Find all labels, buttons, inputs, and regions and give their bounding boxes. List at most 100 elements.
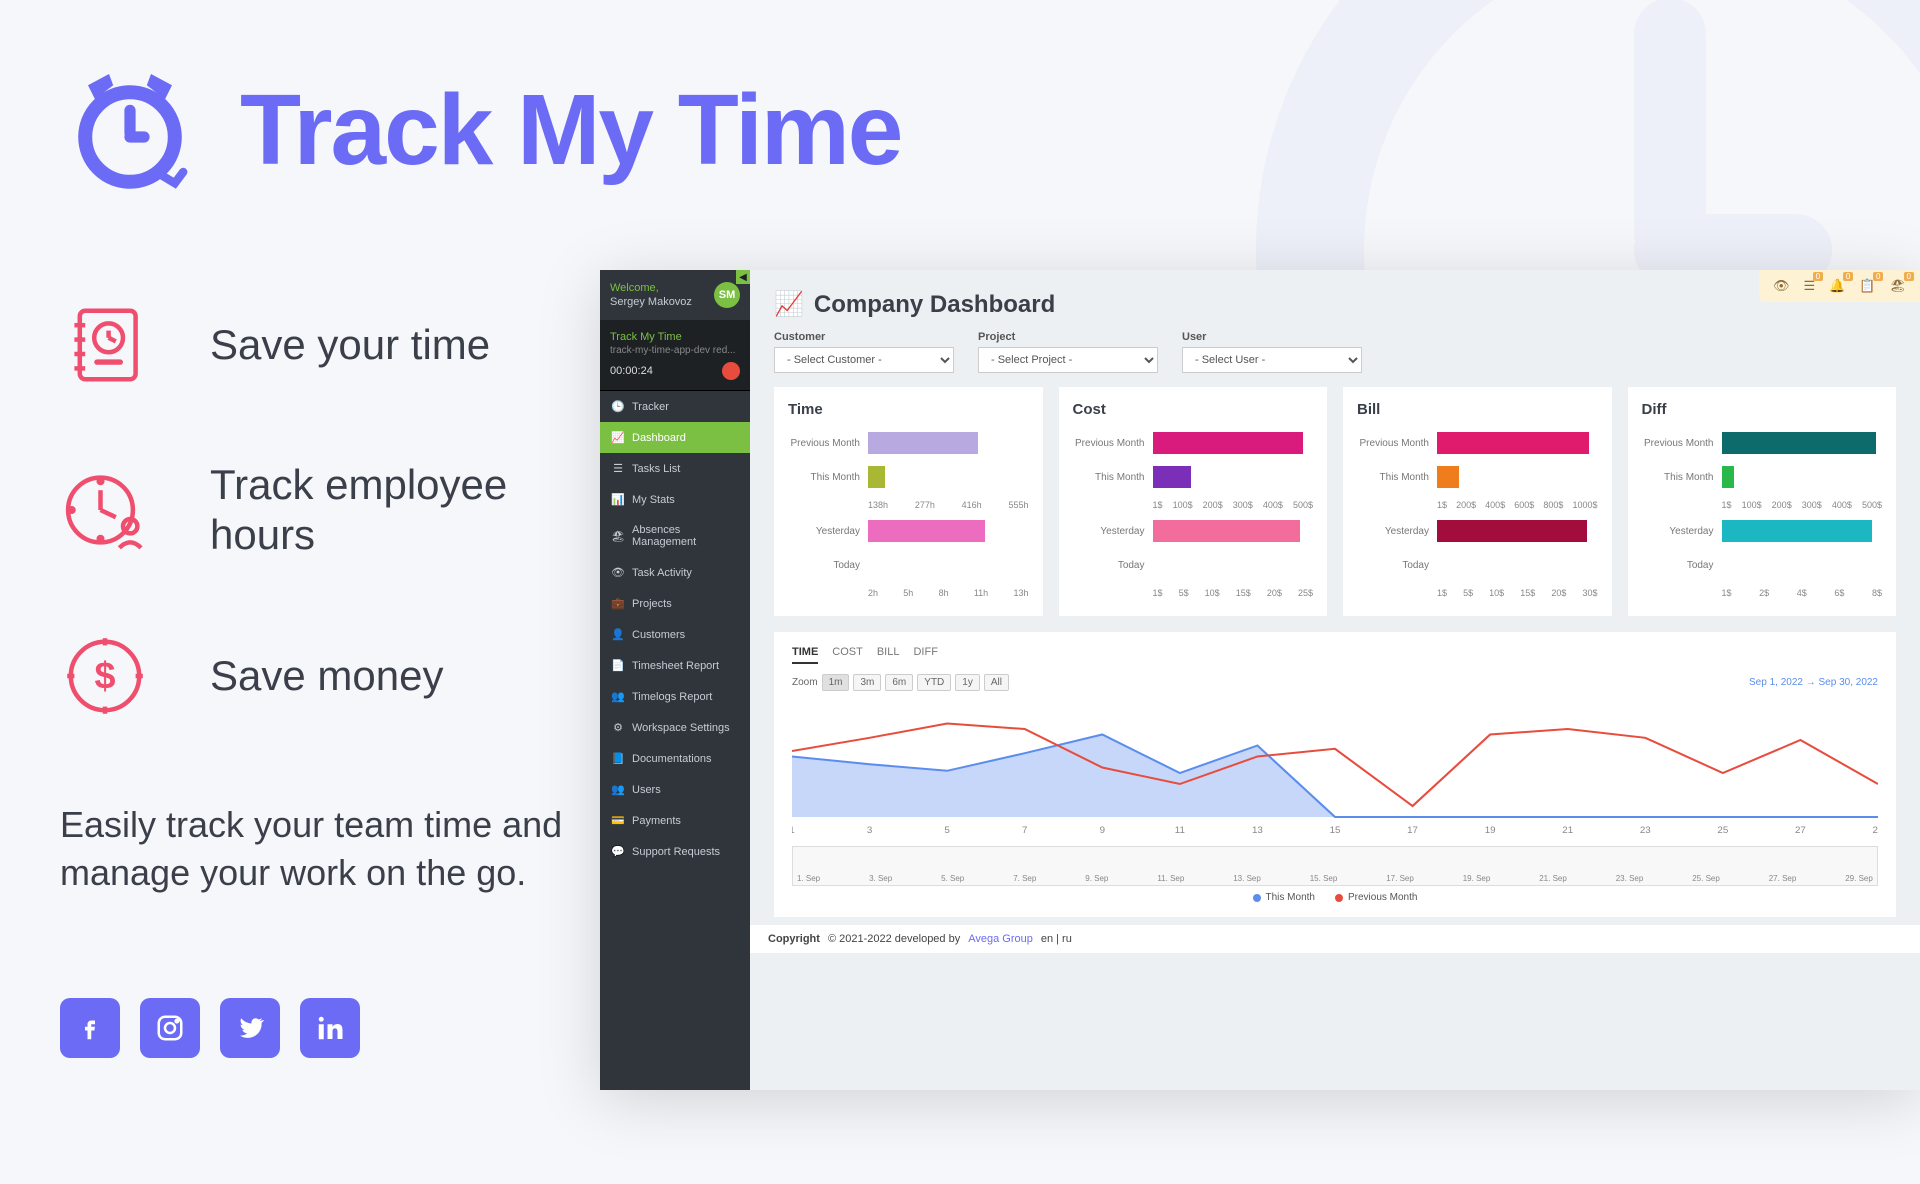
nav-item-customers[interactable]: 👤Customers xyxy=(600,619,750,650)
app-main: 👁 ☰0 🔔0 📋0 🏖0 📈 Company Dashboard Custom… xyxy=(750,270,1920,1090)
nav-item-support-requests[interactable]: 💬Support Requests xyxy=(600,836,750,867)
zoom-6m[interactable]: 6m xyxy=(885,674,913,691)
nav-icon: 👥 xyxy=(612,690,624,703)
chart-tab-diff[interactable]: DIFF xyxy=(913,646,937,664)
clock-person-icon xyxy=(60,465,150,555)
instagram-icon[interactable] xyxy=(140,998,200,1058)
feature-text: Save money xyxy=(210,651,443,701)
nav-item-my-stats[interactable]: 📊My Stats xyxy=(600,484,750,515)
nav-item-task-activity[interactable]: 👁Task Activity xyxy=(600,557,750,588)
zoom-1y[interactable]: 1y xyxy=(955,674,980,691)
nav-item-dashboard[interactable]: 📈Dashboard xyxy=(600,422,750,453)
customer-select[interactable]: - Select Customer - xyxy=(774,347,954,373)
nav-item-payments[interactable]: 💳Payments xyxy=(600,805,750,836)
card-cost: CostPrevious MonthThis Month1$100$200$30… xyxy=(1059,387,1328,616)
axis: 1$100$200$300$400$500$ xyxy=(1642,500,1883,510)
zoom-3m[interactable]: 3m xyxy=(853,674,881,691)
svg-text:$: $ xyxy=(94,655,115,697)
nav-icon: 💬 xyxy=(612,845,624,858)
record-button[interactable] xyxy=(722,362,740,380)
twitter-icon[interactable] xyxy=(220,998,280,1058)
nav-icon: 📄 xyxy=(612,659,624,672)
linkedin-icon[interactable] xyxy=(300,998,360,1058)
chart-tab-bill[interactable]: BILL xyxy=(877,646,900,664)
tracker-widget: Track My Time track-my-time-app-dev red.… xyxy=(600,321,750,391)
nav-item-tracker[interactable]: 🕒Tracker xyxy=(600,391,750,422)
nav-icon: 📊 xyxy=(612,493,624,506)
zoom-All[interactable]: All xyxy=(984,674,1009,691)
app-sidebar: ◀ Welcome, Sergey Makovoz SM Track My Ti… xyxy=(600,270,750,1090)
nav-icon: 👥 xyxy=(612,783,624,796)
chart-tab-time[interactable]: TIME xyxy=(792,646,818,664)
welcome-name: Sergey Makovoz xyxy=(610,296,692,308)
bar-row: Today xyxy=(1357,554,1598,576)
main-chart-panel: TIME COST BILL DIFF Zoom 1m3m6mYTD1yAll Sep … xyxy=(774,632,1896,917)
bar-row: Previous Month xyxy=(788,432,1029,454)
nav-icon: 👤 xyxy=(612,628,624,641)
nav-item-absences-management[interactable]: 🏖Absences Management xyxy=(600,515,750,557)
bar-row: Today xyxy=(1642,554,1883,576)
zoom-1m[interactable]: 1m xyxy=(822,674,850,691)
navigator-chart[interactable]: 1. Sep3. Sep5. Sep7. Sep9. Sep11. Sep13.… xyxy=(792,846,1878,886)
list-icon[interactable]: ☰0 xyxy=(1803,278,1815,294)
feature-text: Save your time xyxy=(210,320,490,370)
card-title: Cost xyxy=(1073,401,1314,418)
tracker-title: Track My Time xyxy=(610,331,740,343)
tagline: Easily track your team time and manage y… xyxy=(60,801,600,898)
nav-item-projects[interactable]: 💼Projects xyxy=(600,588,750,619)
svg-text:5: 5 xyxy=(944,824,949,835)
project-select[interactable]: - Select Project - xyxy=(978,347,1158,373)
nav-item-users[interactable]: 👥Users xyxy=(600,774,750,805)
chart-tab-cost[interactable]: COST xyxy=(832,646,863,664)
nav-item-timesheet-report[interactable]: 📄Timesheet Report xyxy=(600,650,750,681)
zoom-YTD[interactable]: YTD xyxy=(917,674,951,691)
card-time: TimePrevious MonthThis Month138h277h416h… xyxy=(774,387,1043,616)
bar-row: Yesterday xyxy=(1357,520,1598,542)
card-title: Time xyxy=(788,401,1029,418)
svg-text:7: 7 xyxy=(1022,824,1027,835)
card-title: Diff xyxy=(1642,401,1883,418)
axis: 1$200$400$600$800$1000$ xyxy=(1357,500,1598,510)
bar-row: Yesterday xyxy=(788,520,1029,542)
legend-previous-month: Previous Month xyxy=(1335,892,1417,903)
brand-name: Track My Time xyxy=(240,73,901,188)
footer-company-link[interactable]: Avega Group xyxy=(968,933,1033,945)
feature-text: Track employee hours xyxy=(210,460,610,561)
footer: Copyright © 2021-2022 developed by Avega… xyxy=(750,925,1920,953)
nav-icon: 🏖 xyxy=(612,530,624,543)
nav-item-workspace-settings[interactable]: ⚙Workspace Settings xyxy=(600,712,750,743)
nav-icon: 💼 xyxy=(612,597,624,610)
nav-item-timelogs-report[interactable]: 👥Timelogs Report xyxy=(600,681,750,712)
svg-text:27: 27 xyxy=(1795,824,1806,835)
bar-row: Yesterday xyxy=(1073,520,1314,542)
bar-row: This Month xyxy=(1357,466,1598,488)
beach-icon[interactable]: 🏖0 xyxy=(1889,278,1906,294)
eye-icon[interactable]: 👁 xyxy=(1773,278,1790,294)
filter-project: Project - Select Project - xyxy=(978,331,1158,373)
nav-icon: 👁 xyxy=(612,566,624,579)
filter-user: User - Select User - xyxy=(1182,331,1362,373)
nav-icon: ⚙ xyxy=(612,721,624,734)
zoom-label: Zoom xyxy=(792,677,818,688)
bell-icon[interactable]: 🔔0 xyxy=(1829,278,1845,294)
sidebar-collapse-button[interactable]: ◀ xyxy=(736,270,750,284)
page-title: 📈 Company Dashboard xyxy=(774,290,1896,319)
legend-this-month: This Month xyxy=(1253,892,1315,903)
nav-item-tasks-list[interactable]: ☰Tasks List xyxy=(600,453,750,484)
date-range[interactable]: Sep 1, 2022 → Sep 30, 2022 xyxy=(1749,677,1878,688)
facebook-icon[interactable] xyxy=(60,998,120,1058)
line-chart: 1357911131517192123252729 xyxy=(792,697,1878,837)
svg-text:9: 9 xyxy=(1100,824,1105,835)
logo-clock-icon xyxy=(60,60,200,200)
card-diff: DiffPrevious MonthThis Month1$100$200$30… xyxy=(1628,387,1897,616)
bar-row: Yesterday xyxy=(1642,520,1883,542)
note-icon[interactable]: 📋0 xyxy=(1859,278,1875,294)
nav-icon: 💳 xyxy=(612,814,624,827)
footer-langs[interactable]: en | ru xyxy=(1041,933,1072,945)
user-select[interactable]: - Select User - xyxy=(1182,347,1362,373)
nav-item-documentations[interactable]: 📘Documentations xyxy=(600,743,750,774)
nav-icon: 📘 xyxy=(612,752,624,765)
bar-row: This Month xyxy=(788,466,1029,488)
avatar[interactable]: SM xyxy=(714,282,740,308)
axis: 1$100$200$300$400$500$ xyxy=(1073,500,1314,510)
